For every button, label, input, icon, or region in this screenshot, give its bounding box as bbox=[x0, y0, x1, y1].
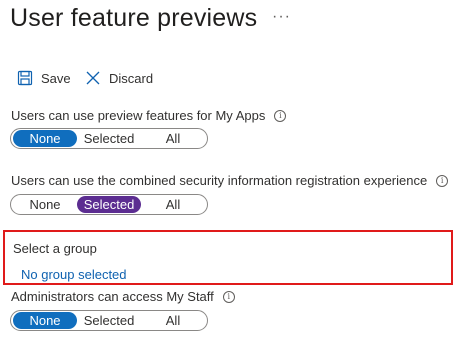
my-apps-preview-toggle: None Selected All bbox=[10, 128, 208, 149]
save-icon bbox=[17, 70, 33, 86]
info-icon[interactable]: i bbox=[274, 109, 287, 122]
setting-security-info-label: Users can use the combined security info… bbox=[11, 173, 449, 188]
option-selected[interactable]: Selected bbox=[77, 312, 141, 329]
info-icon[interactable]: i bbox=[436, 174, 449, 187]
setting-label-text: Users can use preview features for My Ap… bbox=[11, 108, 266, 123]
discard-button[interactable]: Discard bbox=[85, 68, 153, 88]
option-all[interactable]: All bbox=[141, 196, 205, 213]
option-selected[interactable]: Selected bbox=[77, 130, 141, 147]
select-group-section: Select a group No group selected bbox=[3, 230, 453, 285]
setting-my-apps-label: Users can use preview features for My Ap… bbox=[11, 108, 287, 123]
option-selected[interactable]: Selected bbox=[77, 196, 141, 213]
setting-label-text: Users can use the combined security info… bbox=[11, 173, 428, 188]
close-icon bbox=[86, 71, 100, 85]
option-none[interactable]: None bbox=[13, 196, 77, 213]
my-staff-access-toggle: None Selected All bbox=[10, 310, 208, 331]
info-icon[interactable]: i bbox=[222, 290, 235, 303]
more-options-button[interactable]: ··· bbox=[272, 8, 291, 26]
select-group-label: Select a group bbox=[13, 241, 97, 256]
option-none[interactable]: None bbox=[13, 130, 77, 147]
option-none[interactable]: None bbox=[13, 312, 77, 329]
page-title: User feature previews bbox=[10, 4, 258, 32]
save-label: Save bbox=[41, 70, 71, 86]
discard-label: Discard bbox=[109, 70, 154, 86]
security-info-registration-toggle: None Selected All bbox=[10, 194, 208, 215]
option-all[interactable]: All bbox=[141, 312, 205, 329]
save-button[interactable]: Save bbox=[17, 68, 71, 88]
setting-my-staff-label: Administrators can access My Staff i bbox=[11, 289, 235, 304]
setting-label-text: Administrators can access My Staff bbox=[11, 289, 214, 304]
option-all[interactable]: All bbox=[141, 130, 205, 147]
no-group-selected-link[interactable]: No group selected bbox=[21, 267, 127, 282]
